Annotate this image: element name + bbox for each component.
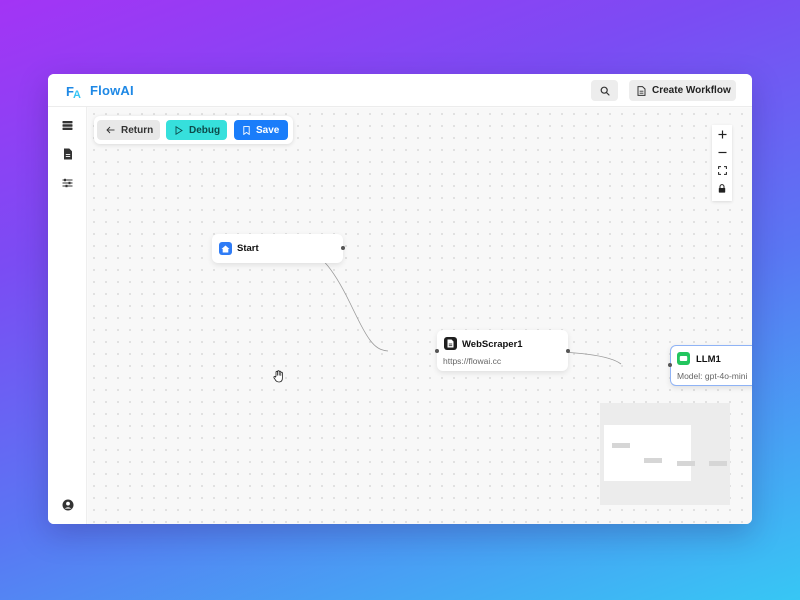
sidebar-item-files[interactable] [61, 147, 74, 160]
zoom-out-button[interactable] [712, 143, 732, 161]
node-output-handle[interactable] [341, 246, 345, 250]
canvas-toolbar: Return Debug Save [94, 116, 293, 144]
debug-button[interactable]: Debug [166, 120, 227, 140]
minimap-node [677, 461, 695, 466]
debug-label: Debug [189, 124, 221, 136]
node-title: Start [237, 243, 259, 254]
zoom-out-icon [718, 151, 726, 153]
sliders-icon [62, 178, 73, 187]
user-circle-icon [62, 499, 73, 510]
document-icon [444, 337, 457, 350]
edge-start-webscraper[interactable] [294, 247, 389, 352]
node-input-handle[interactable] [668, 363, 672, 367]
sidebar-item-database[interactable] [61, 119, 74, 132]
workflow-canvas[interactable]: Return Debug Save Start WebScraper1 http… [88, 108, 752, 524]
minimap-node [612, 443, 630, 448]
search-button[interactable] [591, 80, 618, 101]
fit-view-icon [717, 165, 727, 175]
node-title: LLM1 [696, 354, 721, 365]
arrow-left-icon [106, 126, 115, 134]
file-icon [63, 148, 72, 159]
top-bar: F A FlowAI Create Workflow [48, 74, 752, 107]
lock-button[interactable] [712, 179, 732, 197]
database-icon [62, 121, 73, 130]
brand-name: FlowAI [90, 83, 134, 98]
search-icon [600, 86, 610, 96]
chat-icon [677, 352, 690, 365]
minimap-node [644, 458, 662, 463]
return-label: Return [121, 124, 154, 136]
app-window: F A FlowAI Create Workflow Return Debug … [48, 74, 752, 524]
fit-view-button[interactable] [712, 161, 732, 179]
return-button[interactable]: Return [97, 120, 160, 140]
minimap-viewport[interactable] [604, 425, 691, 481]
create-workflow-button[interactable]: Create Workflow [629, 80, 736, 101]
save-button[interactable]: Save [234, 120, 288, 140]
minimap-node [709, 461, 727, 466]
home-icon [219, 242, 232, 255]
node-subtitle: Model: gpt-4o-mini [677, 371, 748, 381]
node-input-handle[interactable] [435, 349, 439, 353]
sidebar [48, 107, 87, 524]
svg-text:A: A [73, 89, 81, 100]
play-icon [175, 125, 183, 135]
node-subtitle: https://flowai.cc [443, 356, 502, 366]
document-icon [637, 85, 646, 96]
sidebar-item-settings[interactable] [61, 176, 74, 189]
save-label: Save [256, 124, 280, 136]
flowai-logo: F A [66, 84, 81, 100]
node-llm[interactable]: LLM1 Model: gpt-4o-mini [668, 345, 752, 386]
hand-cursor-icon [273, 370, 283, 383]
zoom-controls [712, 125, 732, 201]
node-webscraper[interactable]: WebScraper1 https://flowai.cc [435, 330, 570, 371]
lock-icon [718, 183, 726, 193]
user-account-button[interactable] [61, 498, 74, 511]
zoom-in-button[interactable] [712, 125, 732, 143]
bookmark-icon [243, 125, 250, 135]
node-output-handle[interactable] [566, 349, 570, 353]
node-title: WebScraper1 [462, 339, 523, 350]
zoom-in-icon [718, 130, 726, 138]
minimap[interactable] [600, 403, 730, 505]
create-workflow-label: Create Workflow [652, 85, 731, 96]
node-start[interactable]: Start [212, 234, 345, 263]
